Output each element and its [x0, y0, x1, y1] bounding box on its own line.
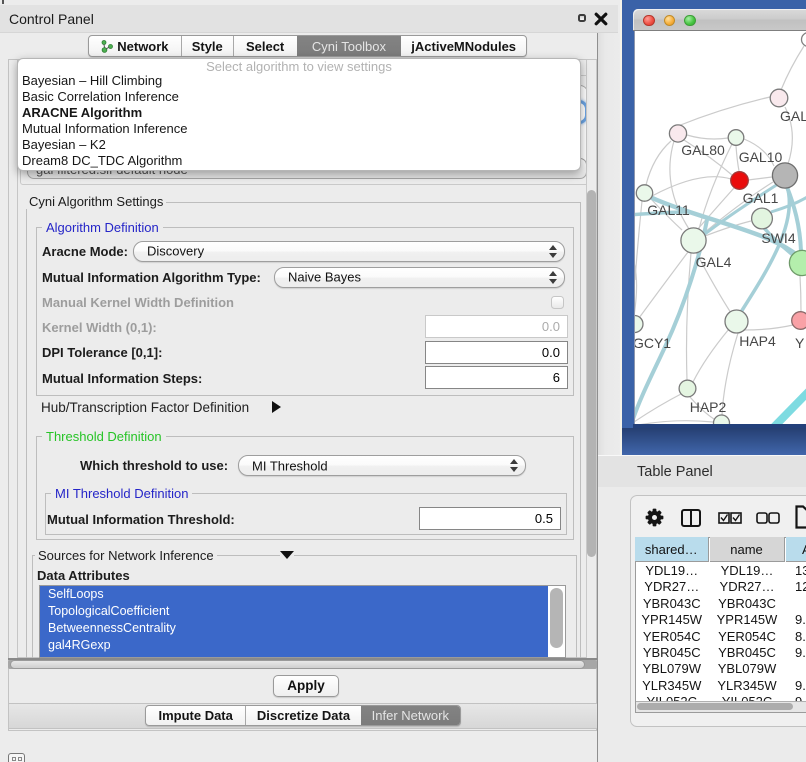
svg-text:GAL7: GAL7 — [780, 108, 806, 124]
svg-text:Y: Y — [795, 335, 805, 351]
svg-text:GAL10: GAL10 — [739, 149, 783, 165]
svg-text:GAL80: GAL80 — [681, 142, 725, 158]
svg-text:GAL1: GAL1 — [743, 190, 779, 206]
svg-text:GCY1: GCY1 — [635, 335, 671, 351]
svg-text:HAP2: HAP2 — [690, 399, 727, 415]
svg-text:SWI4: SWI4 — [761, 230, 795, 246]
svg-text:GAL4: GAL4 — [696, 254, 732, 270]
svg-text:GAL11: GAL11 — [647, 202, 690, 218]
svg-text:HAP4: HAP4 — [739, 333, 776, 349]
